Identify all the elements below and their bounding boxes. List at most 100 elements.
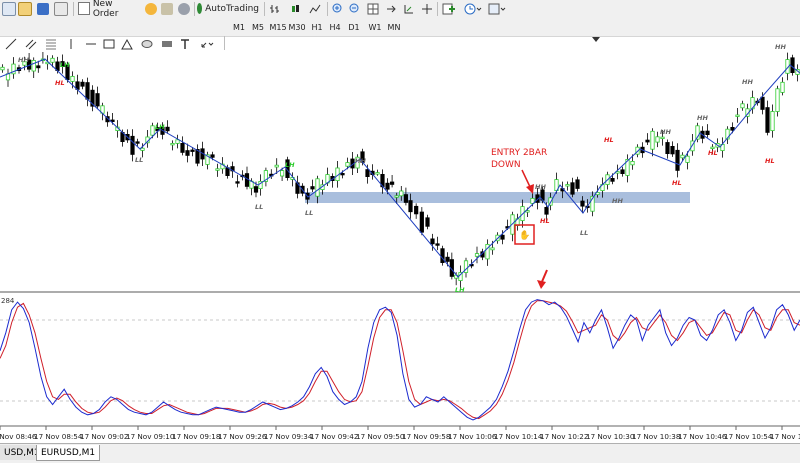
candle-body	[50, 57, 55, 63]
swing-label: LH	[60, 61, 70, 69]
experts-icon[interactable]	[144, 1, 158, 16]
candle-body	[385, 182, 390, 190]
candle-body	[565, 184, 570, 187]
candle-body	[430, 238, 435, 245]
candle-body	[445, 256, 450, 262]
time-label: 17 Nov 08:54	[34, 432, 83, 441]
timeframe-m5-button[interactable]: M5	[250, 20, 266, 35]
candle-body	[735, 114, 740, 117]
swing-label: HL	[672, 179, 682, 187]
timeframe-m15-button[interactable]: M15	[268, 20, 288, 35]
timeframe-mn-button[interactable]: MN	[385, 20, 403, 35]
swing-label: LH	[455, 286, 465, 294]
candle-body	[70, 76, 75, 82]
chart-area[interactable]: HH LH HL LL LH LL LH LL HH LH HH HL LL HL HH HH HL HH HL HH…	[0, 37, 800, 457]
zoom-out-icon[interactable]	[348, 1, 362, 16]
crosshair-icon[interactable]	[420, 1, 434, 16]
timeframe-h1-button[interactable]: H1	[309, 20, 325, 35]
swing-label: HH	[742, 78, 753, 86]
candle-body	[620, 169, 625, 175]
timeframe-m30-button[interactable]: M30	[287, 20, 307, 35]
chart-shift-icon[interactable]	[384, 1, 398, 16]
new-chart-icon[interactable]	[2, 1, 16, 16]
new-order-button[interactable]: New Order	[78, 0, 140, 19]
time-label: 17 Nov 11:02	[770, 432, 800, 441]
tile-windows-icon[interactable]	[366, 1, 380, 16]
candle-body	[165, 126, 170, 132]
time-label: 17 Nov 09:10	[126, 432, 175, 441]
candle-body	[150, 125, 155, 136]
candle-body	[215, 168, 220, 171]
swing-label: HH	[660, 128, 671, 136]
swing-label: LH	[285, 161, 295, 169]
autotrading-icon	[197, 3, 203, 14]
candle-body	[570, 182, 575, 195]
new-order-label: New Order	[92, 0, 119, 19]
candle-body	[780, 81, 785, 93]
main-toolbar: New Order AutoTrading	[0, 0, 800, 19]
candle-body	[685, 155, 690, 163]
candle-body	[225, 167, 230, 176]
candle-body	[765, 107, 770, 133]
candle-body	[414, 205, 419, 215]
candlesticks-icon[interactable]	[288, 1, 302, 16]
swing-label: LL	[135, 156, 143, 164]
candle-body	[190, 149, 195, 152]
line-chart-icon[interactable]	[308, 1, 322, 16]
time-label: 17 Nov 09:50	[356, 432, 405, 441]
candle-body	[389, 181, 395, 185]
candle-body	[85, 82, 90, 100]
candle-body	[675, 149, 680, 171]
swing-label: HH	[612, 197, 623, 205]
swing-label: LH	[155, 123, 165, 131]
time-label: 17 Nov 09:58	[402, 432, 451, 441]
timeframe-w1-button[interactable]: W1	[366, 20, 384, 35]
autotrading-button[interactable]: AutoTrading	[197, 1, 259, 16]
candle-body	[630, 161, 635, 166]
timeframe-m1-button[interactable]: M1	[231, 20, 247, 35]
tab-eurusd-m1[interactable]: EURUSD,M1	[36, 445, 101, 461]
bar-chart-icon[interactable]	[268, 1, 282, 16]
candle-body	[680, 154, 685, 159]
entry-annotation-line1: ENTRY 2BAR	[491, 148, 547, 158]
candle-body	[345, 162, 350, 167]
templates-icon[interactable]	[486, 1, 508, 16]
candle-body	[31, 59, 36, 72]
candle-body	[140, 147, 145, 151]
candle-body	[0, 66, 5, 71]
market-watch-icon[interactable]	[36, 1, 50, 16]
swing-label: HH	[697, 114, 708, 122]
zoom-in-icon[interactable]	[331, 1, 345, 16]
price-zone	[305, 192, 690, 203]
profiles-icon[interactable]	[18, 1, 32, 16]
indicators-icon[interactable]	[440, 1, 460, 16]
candle-body	[274, 164, 279, 168]
swing-label: HH	[775, 43, 786, 51]
swing-label: LL	[580, 229, 588, 237]
timeframe-h4-button[interactable]: H4	[327, 20, 343, 35]
zigzag-line	[0, 58, 800, 278]
swing-label: HL	[708, 149, 718, 157]
swing-label: HH	[18, 56, 29, 64]
candle-body	[665, 142, 670, 154]
candle-body	[474, 253, 480, 257]
candle-body	[670, 146, 675, 155]
tab-usd-m1-label: USD,M1	[4, 447, 40, 458]
stoch-arrow-head	[537, 280, 546, 289]
timeframe-d1-button[interactable]: D1	[346, 20, 362, 35]
navigator-icon[interactable]	[54, 1, 68, 16]
candle-body	[244, 173, 250, 187]
autoscroll-icon[interactable]	[402, 1, 416, 16]
swing-label: HL	[765, 157, 775, 165]
candle-body	[435, 243, 440, 246]
candle-body	[279, 170, 285, 177]
signals-icon[interactable]	[177, 1, 191, 16]
tester-icon[interactable]	[160, 1, 174, 16]
candle-body	[775, 88, 780, 112]
time-label: 17 Nov 10:54	[724, 432, 773, 441]
periods-icon[interactable]	[462, 1, 484, 16]
candle-body	[185, 150, 190, 156]
swing-label: HL	[604, 136, 614, 144]
candle-body	[80, 81, 85, 87]
time-label: 17 Nov 09:26	[218, 432, 267, 441]
